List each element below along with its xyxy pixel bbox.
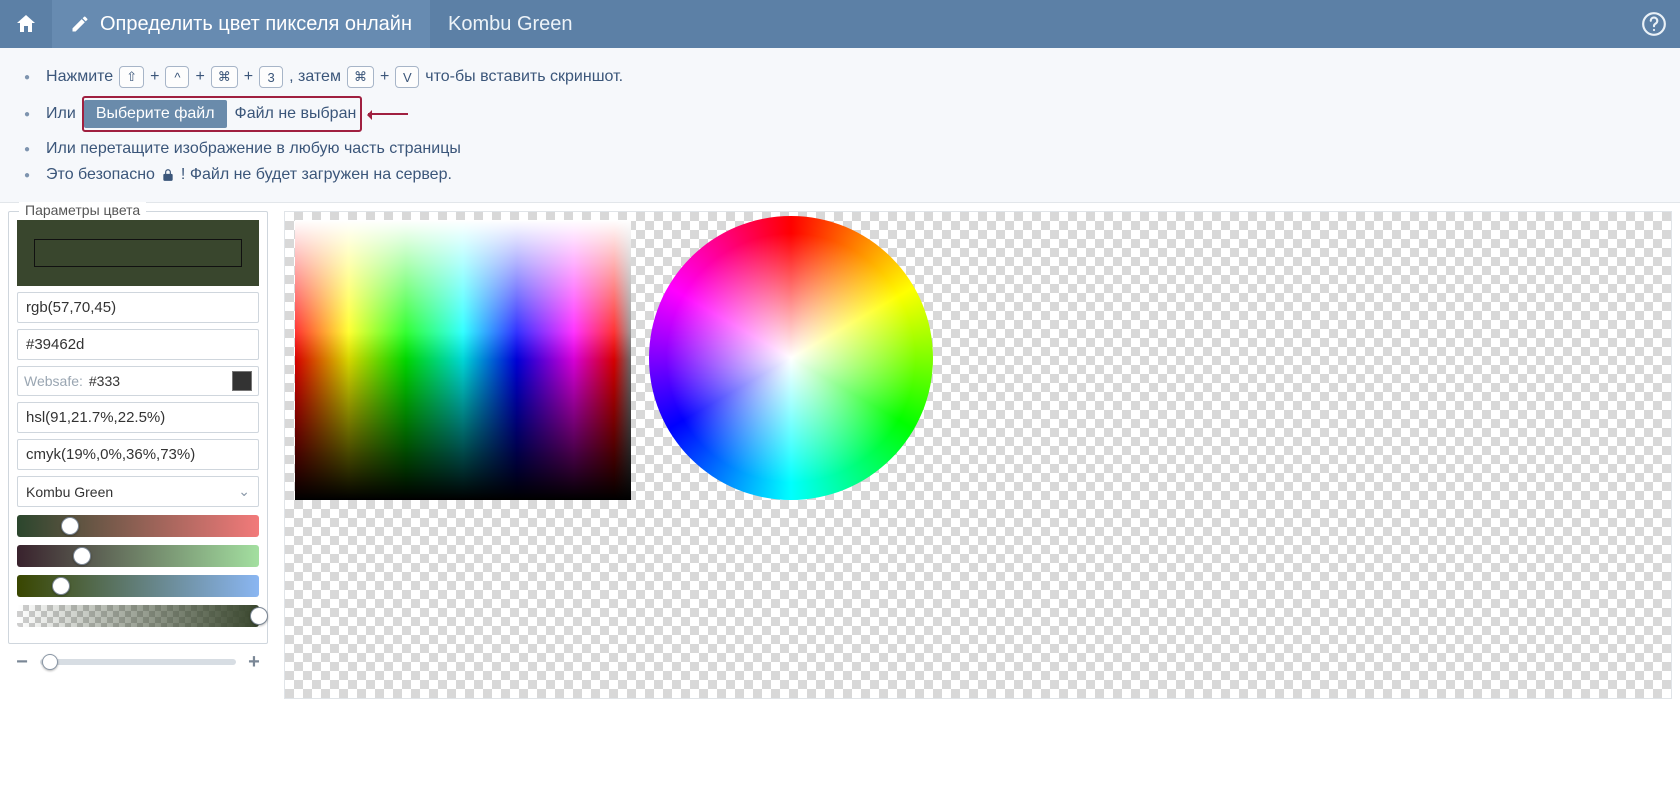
instruction-screenshot: Нажмите ⇧ + ^ + ⌘ + 3 , затем ⌘ + V что-… (24, 62, 1656, 92)
instructions: Нажмите ⇧ + ^ + ⌘ + 3 , затем ⌘ + V что-… (0, 48, 1680, 203)
home-icon (14, 12, 38, 36)
instruction-drag: Или перетащите изображение в любую часть… (24, 136, 1656, 162)
page-subtitle: Kombu Green (430, 0, 591, 48)
slider-alpha[interactable] (17, 605, 259, 627)
zoom-out-button[interactable]: − (12, 652, 32, 672)
zoom-in-button[interactable]: + (244, 652, 264, 672)
websafe-chip (232, 371, 252, 391)
cmyk-input[interactable] (17, 439, 259, 470)
zoom-slider[interactable] (40, 659, 236, 665)
instruction-choose-file: Или Выберите файл Файл не выбран (24, 92, 1656, 136)
zoom-thumb[interactable] (42, 654, 58, 670)
no-file-label: Файл не выбран (235, 105, 357, 123)
key-v: V (395, 66, 419, 88)
color-params-panel: Параметры цвета Websafe: #333 Kombu Gree… (8, 211, 268, 644)
choose-file-button[interactable]: Выберите файл (84, 100, 227, 128)
color-name-value: Kombu Green (26, 484, 238, 500)
key-ctrl: ^ (165, 66, 189, 88)
page-title-wrap: Определить цвет пикселя онлайн (52, 0, 430, 48)
help-icon (1641, 11, 1667, 37)
slider-blue-thumb[interactable] (52, 577, 70, 595)
color-swatch-inner (34, 239, 242, 267)
hex-input[interactable] (17, 329, 259, 360)
slider-blue[interactable] (17, 575, 259, 597)
pencil-icon (70, 14, 90, 34)
websafe-value: #333 (89, 373, 226, 389)
color-name-dropdown[interactable]: Kombu Green ⌄ (17, 476, 259, 507)
key-cmd2: ⌘ (347, 66, 374, 88)
image-canvas[interactable] (284, 211, 1672, 699)
annotation-arrow (368, 113, 408, 115)
page-title: Определить цвет пикселя онлайн (100, 13, 412, 36)
key-shift: ⇧ (119, 66, 144, 88)
lock-icon (161, 168, 175, 182)
color-wheel[interactable] (649, 216, 933, 500)
instruction-safe: Это безопасно ! Файл не будет загружен н… (24, 162, 1656, 188)
color-swatch[interactable] (17, 220, 259, 286)
key-cmd: ⌘ (211, 66, 238, 88)
rgb-input[interactable] (17, 292, 259, 323)
panel-legend: Параметры цвета (19, 202, 146, 218)
slider-red-thumb[interactable] (61, 517, 79, 535)
gradient-palette[interactable] (295, 220, 631, 500)
help-button[interactable] (1628, 0, 1680, 48)
slider-green[interactable] (17, 545, 259, 567)
slider-alpha-thumb[interactable] (250, 607, 268, 625)
key-3: 3 (259, 66, 283, 88)
slider-red[interactable] (17, 515, 259, 537)
home-button[interactable] (0, 0, 52, 48)
chevron-down-icon: ⌄ (238, 483, 250, 500)
websafe-row[interactable]: Websafe: #333 (17, 366, 259, 396)
hsl-input[interactable] (17, 402, 259, 433)
app-header: Определить цвет пикселя онлайн Kombu Gre… (0, 0, 1680, 48)
websafe-label: Websafe: (24, 373, 83, 389)
slider-green-thumb[interactable] (73, 547, 91, 565)
zoom-control: − + (8, 652, 268, 672)
